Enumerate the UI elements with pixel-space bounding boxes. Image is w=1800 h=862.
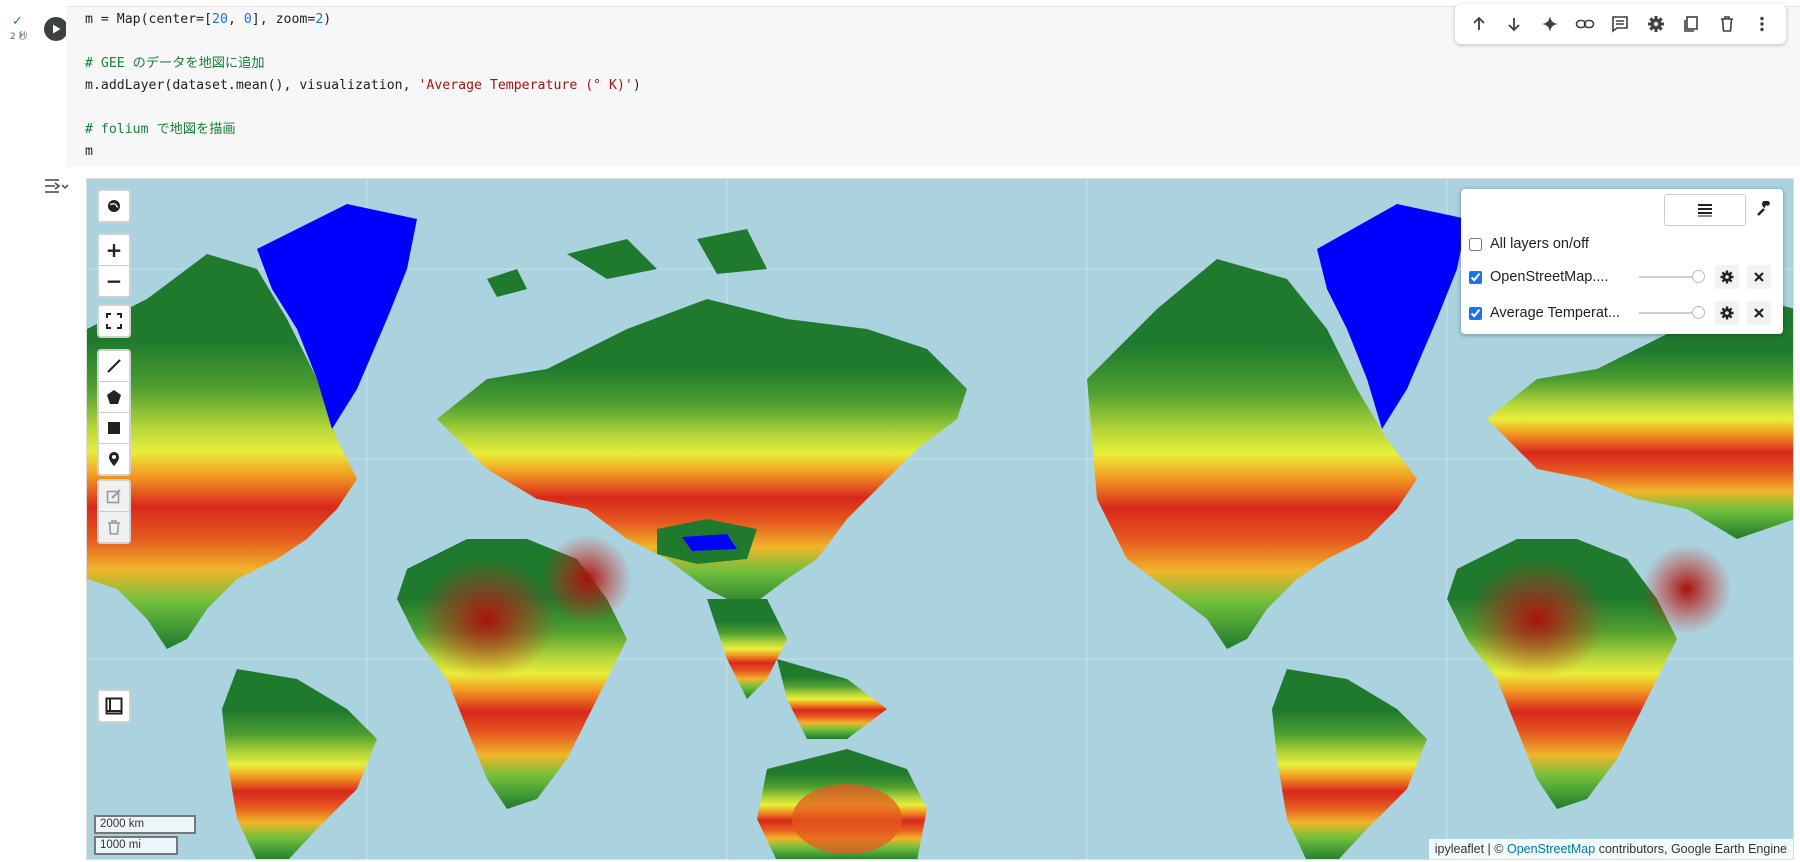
tools-button[interactable] (1749, 194, 1779, 224)
globe-button[interactable] (99, 191, 129, 221)
layer-row-temperature: Average Temperat... (1469, 301, 1779, 325)
layer-settings-button[interactable] (1715, 265, 1739, 289)
map-widget[interactable]: + − All layers on/off OpenStreetMap.... … (86, 178, 1794, 860)
mirror-cell-button[interactable] (1677, 10, 1705, 38)
gear-icon (1720, 270, 1734, 284)
mirror-cell-icon (1684, 16, 1699, 32)
draw-marker-button[interactable] (99, 443, 129, 474)
close-icon (1754, 308, 1764, 318)
polygon-icon (107, 390, 121, 404)
link-icon (1575, 19, 1595, 29)
zoom-in-button[interactable]: + (99, 235, 129, 265)
basemap-toggle-button[interactable] (99, 691, 129, 721)
eurasia-africa-east (1447, 299, 1793, 809)
globe-icon (108, 200, 120, 212)
layer-row-osm: OpenStreetMap.... (1469, 265, 1779, 289)
scale-bar-mi: 1000 mi (94, 836, 178, 855)
code-line-7: m (85, 144, 93, 159)
scale-km-label: 2000 km (100, 818, 145, 830)
all-layers-label: All layers on/off (1490, 236, 1589, 252)
close-icon (1754, 272, 1764, 282)
cell-gutter: ✓ 2 秒 (0, 0, 34, 862)
trash-icon (1720, 16, 1733, 32)
globe-control (97, 189, 131, 223)
draw-rectangle-button[interactable] (99, 412, 129, 443)
layout-icon (105, 697, 123, 715)
output-menu-icon (45, 179, 69, 193)
zoom-out-button[interactable]: − (99, 265, 129, 296)
comment-icon (1612, 16, 1629, 33)
marker-icon (109, 452, 119, 466)
draw-polygon-button[interactable] (99, 381, 129, 412)
code-text: m = Map(center=[20, 0], zoom=2) # GEE のデ… (85, 9, 641, 163)
code-line-6: # folium で地図を描画 (85, 122, 236, 137)
opacity-slider-track[interactable] (1639, 312, 1697, 314)
fullscreen-button[interactable] (99, 306, 129, 336)
basemap-control (97, 689, 131, 723)
success-check-icon: ✓ (12, 13, 23, 28)
cell-toolbar (1455, 4, 1786, 44)
attribution-suffix: contributors, Google Earth Engine (1595, 842, 1787, 856)
layers-toggle-button[interactable] (1664, 194, 1746, 226)
wrench-icon (1757, 201, 1770, 216)
rectangle-icon (108, 422, 120, 434)
opacity-slider-handle[interactable] (1692, 306, 1705, 319)
map-attribution: ipyleaflet | © OpenStreetMap contributor… (1428, 839, 1793, 859)
zoom-control: + − (97, 233, 131, 298)
opacity-slider-track[interactable] (1639, 276, 1697, 278)
opacity-slider-handle[interactable] (1692, 270, 1705, 283)
edit-toolbar (97, 479, 131, 544)
more-vert-icon (1760, 16, 1764, 32)
layer-visibility-checkbox[interactable] (1469, 306, 1482, 320)
layer-manager-panel: All layers on/off OpenStreetMap.... Aver… (1461, 189, 1783, 334)
zoom-out-label: − (105, 269, 123, 293)
polyline-icon (107, 359, 121, 373)
all-layers-row: All layers on/off (1469, 232, 1779, 256)
layers-list-icon (1698, 204, 1712, 217)
remove-layer-button[interactable] (1747, 265, 1771, 289)
gear-icon (1647, 16, 1664, 32)
delete-cell-button[interactable] (1713, 10, 1741, 38)
all-layers-checkbox[interactable] (1469, 237, 1482, 251)
gear-icon (1720, 306, 1734, 320)
fullscreen-control (97, 304, 131, 338)
code-cell: ✓ 2 秒 m = Map(center=[20, 0], zoom=2) # … (0, 0, 1800, 170)
comment-button[interactable] (1606, 10, 1634, 38)
code-line-3: # GEE のデータを地図に追加 (85, 56, 265, 71)
execution-time: 2 秒 (10, 32, 28, 42)
ai-sparkle-button[interactable] (1536, 10, 1564, 38)
play-icon (53, 24, 61, 34)
delete-layers-button[interactable] (99, 511, 129, 542)
zoom-in-label: + (105, 238, 123, 262)
layer-visibility-checkbox[interactable] (1469, 270, 1482, 284)
arrow-up-icon (1473, 16, 1485, 30)
layer-name: Average Temperat... (1490, 305, 1621, 321)
fullscreen-icon (106, 313, 122, 329)
output-actions-button[interactable] (42, 176, 70, 198)
attribution-prefix: ipyleaflet | © (1434, 842, 1507, 856)
layer-settings-button[interactable] (1715, 301, 1739, 325)
layer-name: OpenStreetMap.... (1490, 269, 1609, 285)
remove-layer-button[interactable] (1747, 301, 1771, 325)
draw-toolbar (97, 349, 131, 476)
code-line-1: m = Map(center=[20, 0], zoom=2) (85, 12, 332, 27)
run-cell-button[interactable] (44, 17, 68, 41)
scale-bar-km: 2000 km (94, 815, 196, 834)
code-line-4: m.addLayer(dataset.mean(), visualization… (85, 78, 641, 93)
settings-button[interactable] (1642, 10, 1670, 38)
draw-polyline-button[interactable] (99, 351, 129, 381)
link-button[interactable] (1571, 10, 1599, 38)
move-down-button[interactable] (1500, 10, 1528, 38)
more-options-button[interactable] (1748, 10, 1776, 38)
arrow-down-icon (1508, 18, 1520, 32)
edit-icon (106, 489, 121, 504)
move-up-button[interactable] (1465, 10, 1493, 38)
scale-mi-label: 1000 mi (100, 839, 141, 851)
trash-icon (108, 520, 120, 535)
edit-layers-button[interactable] (99, 481, 129, 511)
openstreetmap-link[interactable]: OpenStreetMap (1507, 842, 1595, 856)
sparkle-icon (1541, 16, 1558, 32)
